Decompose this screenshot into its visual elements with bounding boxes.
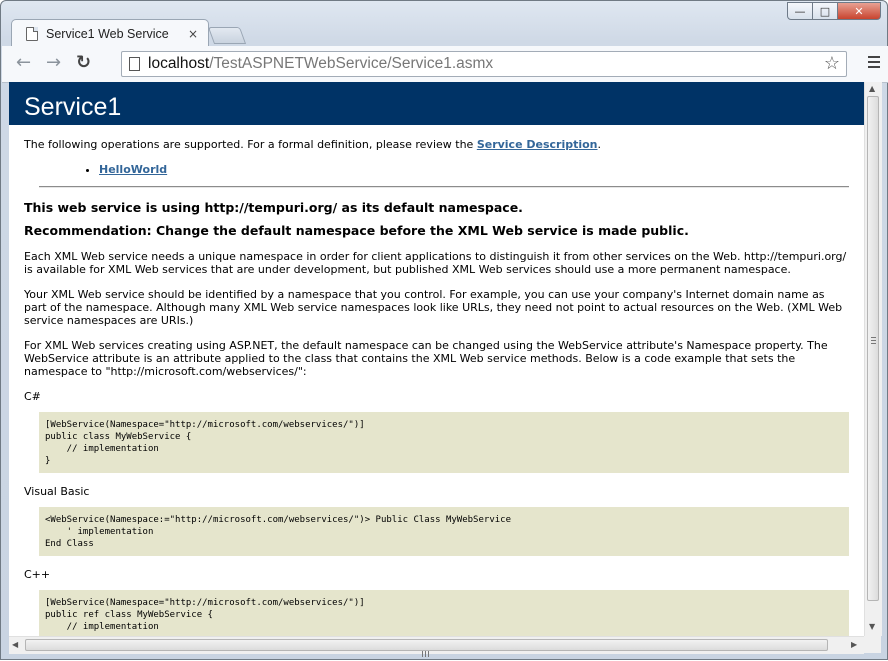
url-path: /TestASPNETWebService/Service1.asmx: [209, 55, 494, 72]
browser-window: — □ ✕ Service1 Web Service × ← → ↻ local…: [0, 0, 888, 660]
intro-paragraph: The following operations are supported. …: [24, 138, 849, 152]
divider: [39, 186, 849, 188]
page-viewport: Service1 The following operations are su…: [9, 82, 864, 636]
intro-end: .: [597, 138, 602, 151]
paragraph-2: Your XML Web service should be identifie…: [24, 288, 843, 327]
page-info-icon: [129, 57, 140, 71]
scroll-up-icon[interactable]: ▲: [869, 84, 875, 93]
code-block-csharp: [WebService(Namespace="http://microsoft.…: [39, 412, 849, 473]
code-language-label: Visual Basic: [24, 485, 90, 498]
browser-tab[interactable]: Service1 Web Service ×: [11, 19, 209, 47]
list-item: HelloWorld: [99, 163, 849, 176]
minimize-button[interactable]: —: [787, 2, 813, 20]
code-language-label: C++: [24, 568, 51, 581]
paragraph-1: Each XML Web service needs a unique name…: [24, 250, 847, 276]
address-bar[interactable]: localhost/TestASPNETWebService/Service1.…: [121, 51, 847, 77]
new-tab-button[interactable]: [207, 27, 247, 44]
tab-close-icon[interactable]: ×: [188, 27, 198, 41]
page-icon: [26, 26, 38, 41]
page-heading: Service1: [9, 82, 864, 125]
bookmark-star-icon[interactable]: ☆: [824, 53, 840, 74]
vertical-scroll-thumb[interactable]: [867, 96, 879, 601]
close-window-button[interactable]: ✕: [837, 2, 881, 20]
namespace-notice: This web service is using http://tempuri…: [24, 200, 523, 215]
forward-icon[interactable]: →: [46, 52, 61, 73]
code-block-vb: <WebService(Namespace:="http://microsoft…: [39, 507, 849, 556]
service-description-link[interactable]: Service Description: [477, 138, 598, 151]
window-controls: — □ ✕: [787, 2, 881, 20]
intro-text: The following operations are supported. …: [24, 138, 477, 151]
paragraph-3: For XML Web services creating using ASP.…: [24, 339, 828, 378]
recommendation: Recommendation: Change the default names…: [24, 223, 689, 238]
url-host: localhost: [148, 55, 210, 72]
horizontal-scrollbar[interactable]: ◀ ▶: [9, 636, 864, 657]
operation-link-helloworld[interactable]: HelloWorld: [99, 163, 167, 176]
maximize-button[interactable]: □: [812, 2, 838, 20]
code-language-label: C#: [24, 390, 41, 403]
grip-icon: [871, 337, 876, 346]
back-icon[interactable]: ←: [16, 52, 31, 73]
browser-toolbar: ← → ↻ localhost/TestASPNETWebService/Ser…: [2, 46, 888, 83]
horizontal-scroll-thumb[interactable]: [25, 639, 828, 657]
tab-title: Service1 Web Service: [46, 26, 169, 41]
reload-icon[interactable]: ↻: [76, 52, 91, 73]
code-block-cpp: [WebService(Namespace="http://microsoft.…: [39, 590, 849, 636]
menu-icon[interactable]: [868, 56, 880, 71]
vertical-scrollbar[interactable]: ▲ ▼: [864, 82, 882, 636]
scrollbar-corner: [864, 636, 881, 653]
grip-icon: [422, 642, 431, 661]
scroll-right-icon[interactable]: ▶: [851, 640, 857, 649]
operations-list: HelloWorld: [24, 163, 849, 176]
scroll-left-icon[interactable]: ◀: [12, 640, 18, 649]
scroll-down-icon[interactable]: ▼: [869, 622, 875, 631]
